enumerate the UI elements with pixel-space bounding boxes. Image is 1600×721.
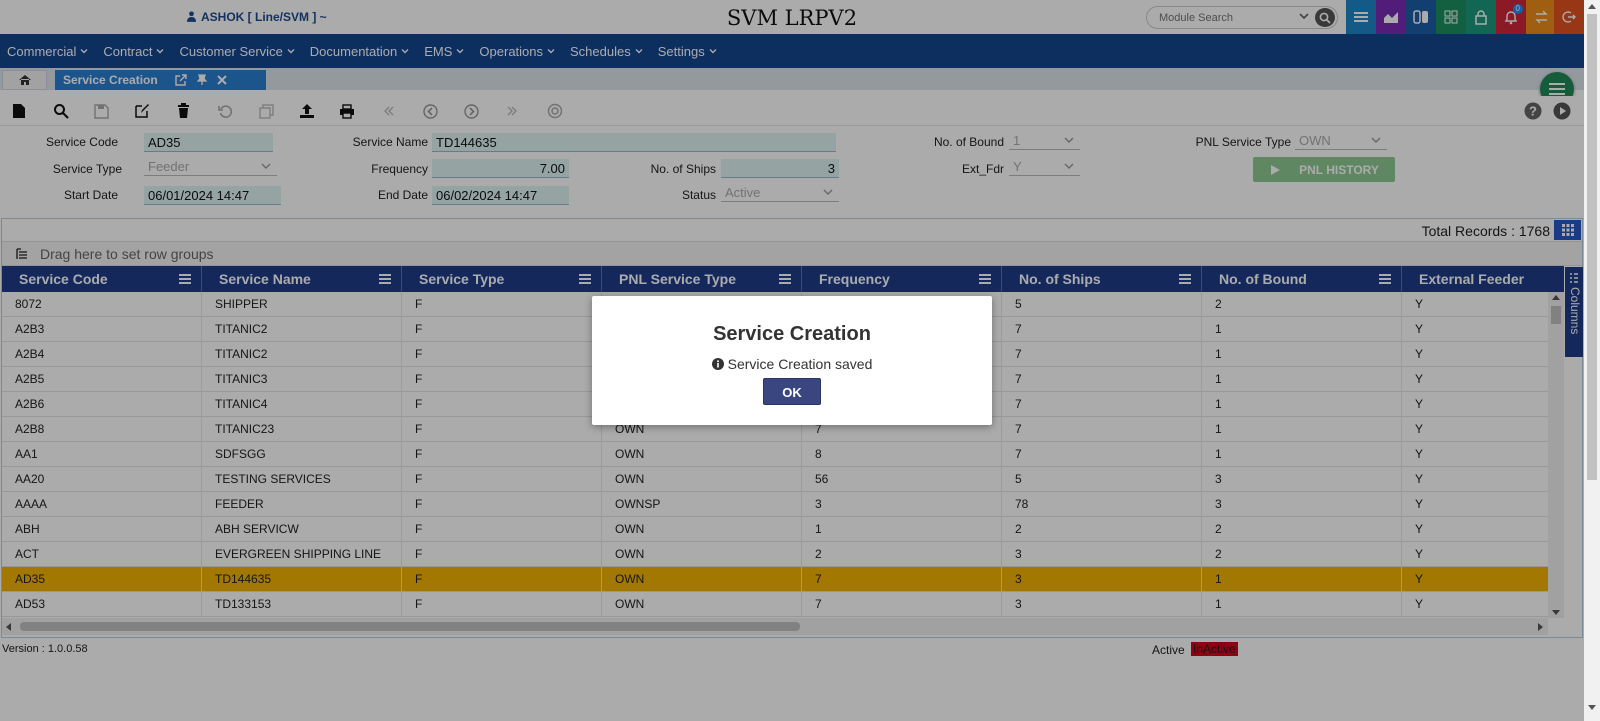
dialog-title: Service Creation bbox=[713, 323, 871, 345]
scroll-thumb[interactable] bbox=[1587, 14, 1597, 480]
save-confirmation-dialog: Service Creation Service Creation saved … bbox=[592, 296, 992, 425]
page-scrollbar[interactable] bbox=[1584, 0, 1600, 721]
scroll-up-icon[interactable] bbox=[1588, 3, 1596, 9]
dialog-message-text: Service Creation saved bbox=[727, 356, 873, 372]
dialog-message: Service Creation saved bbox=[592, 356, 992, 372]
scroll-down-icon[interactable] bbox=[1588, 705, 1596, 711]
info-icon bbox=[711, 358, 724, 370]
ok-button[interactable]: OK bbox=[763, 378, 821, 405]
